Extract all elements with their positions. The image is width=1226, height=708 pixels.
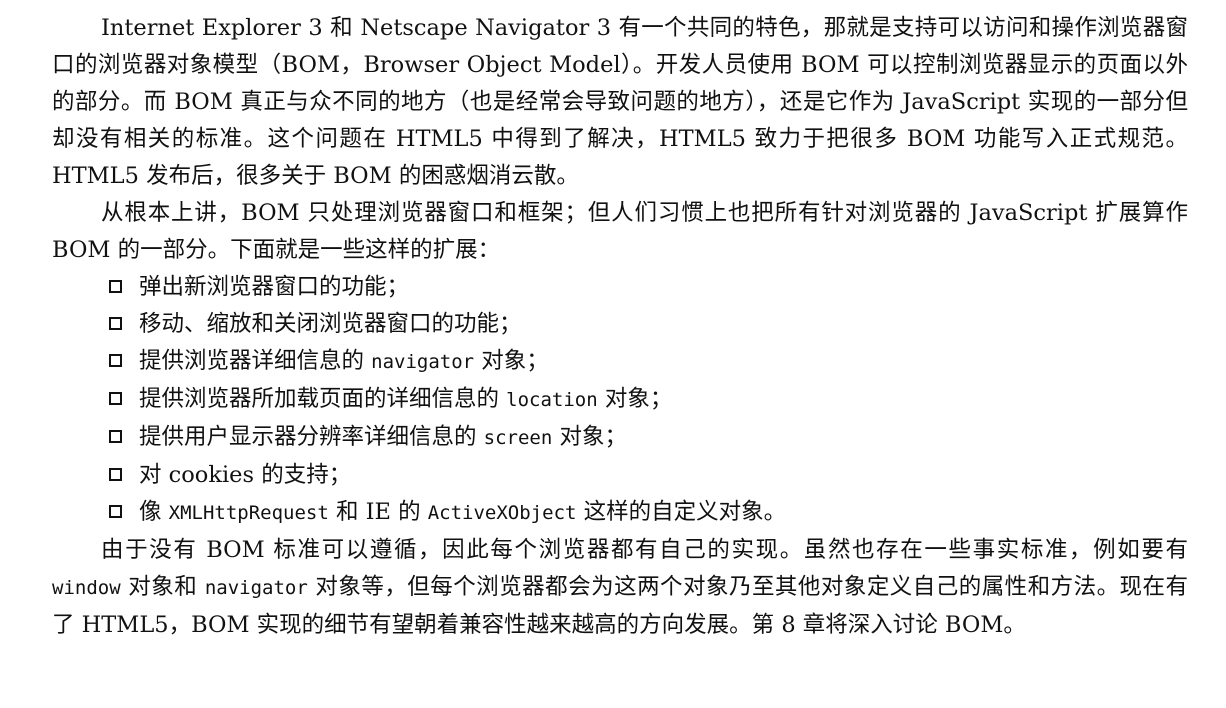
paragraph-scope: 从根本上讲，BOM 只处理浏览器窗口和框架；但人们习惯上也把所有针对浏览器的 J… — [52, 200, 1188, 263]
text-run: 由于没有 BOM 标准可以遵循，因此每个浏览器都有自己的实现。虽然也存在一些事实… — [101, 537, 1188, 563]
checkbox-bullet-icon — [109, 317, 122, 330]
document-page: Internet Explorer 3 和 Netscape Navigator… — [52, 10, 1188, 644]
bom-extensions-list: 弹出新浏览器窗口的功能； 移动、缩放和关闭浏览器窗口的功能； 提供浏览器详细信息的 … — [52, 269, 1188, 532]
text-run: 提供浏览器所加载页面的详细信息的 — [139, 386, 507, 412]
text-run: 和 IE 的 — [328, 499, 428, 525]
code-term: location — [506, 389, 598, 411]
text-run: 移动、缩放和关闭浏览器窗口的功能； — [139, 311, 522, 337]
code-term: navigator — [204, 577, 308, 599]
list-item: 像 XMLHttpRequest 和 IE 的 ActiveXObject 这样… — [52, 494, 1188, 532]
checkbox-bullet-icon — [109, 430, 122, 443]
list-item: 移动、缩放和关闭浏览器窗口的功能； — [52, 306, 1188, 343]
paragraph-intro: Internet Explorer 3 和 Netscape Navigator… — [52, 15, 1188, 189]
code-term: ActiveXObject — [427, 502, 577, 524]
checkbox-bullet-icon — [109, 468, 122, 481]
text-run: 对象和 — [120, 574, 205, 600]
list-item: 提供用户显示器分辨率详细信息的 screen 对象； — [52, 419, 1188, 457]
checkbox-bullet-icon — [109, 354, 122, 367]
list-item: 对 cookies 的支持； — [52, 457, 1188, 494]
text-run: 对象； — [474, 348, 549, 374]
code-term: screen — [483, 427, 553, 449]
text-run: 对象； — [597, 386, 673, 412]
checkbox-bullet-icon — [109, 280, 122, 293]
code-term: navigator — [371, 351, 475, 373]
text-run: 这样的自定义对象。 — [576, 499, 787, 525]
text-run: 像 — [139, 499, 169, 525]
text-run: 提供用户显示器分辨率详细信息的 — [139, 424, 484, 450]
list-item: 弹出新浏览器窗口的功能； — [52, 269, 1188, 306]
text-run: 对 cookies 的支持； — [139, 462, 352, 488]
text-run: 对象； — [552, 424, 627, 450]
text-run: 提供浏览器详细信息的 — [139, 348, 372, 374]
code-term: window — [52, 577, 121, 599]
checkbox-bullet-icon — [109, 505, 122, 518]
checkbox-bullet-icon — [109, 392, 122, 405]
paragraph-standards: 由于没有 BOM 标准可以遵循，因此每个浏览器都有自己的实现。虽然也存在一些事实… — [52, 532, 1188, 644]
list-item: 提供浏览器所加载页面的详细信息的 location 对象； — [52, 381, 1188, 419]
code-term: XMLHttpRequest — [168, 502, 329, 524]
list-item: 提供浏览器详细信息的 navigator 对象； — [52, 343, 1188, 381]
text-run: 弹出新浏览器窗口的功能； — [139, 274, 410, 300]
